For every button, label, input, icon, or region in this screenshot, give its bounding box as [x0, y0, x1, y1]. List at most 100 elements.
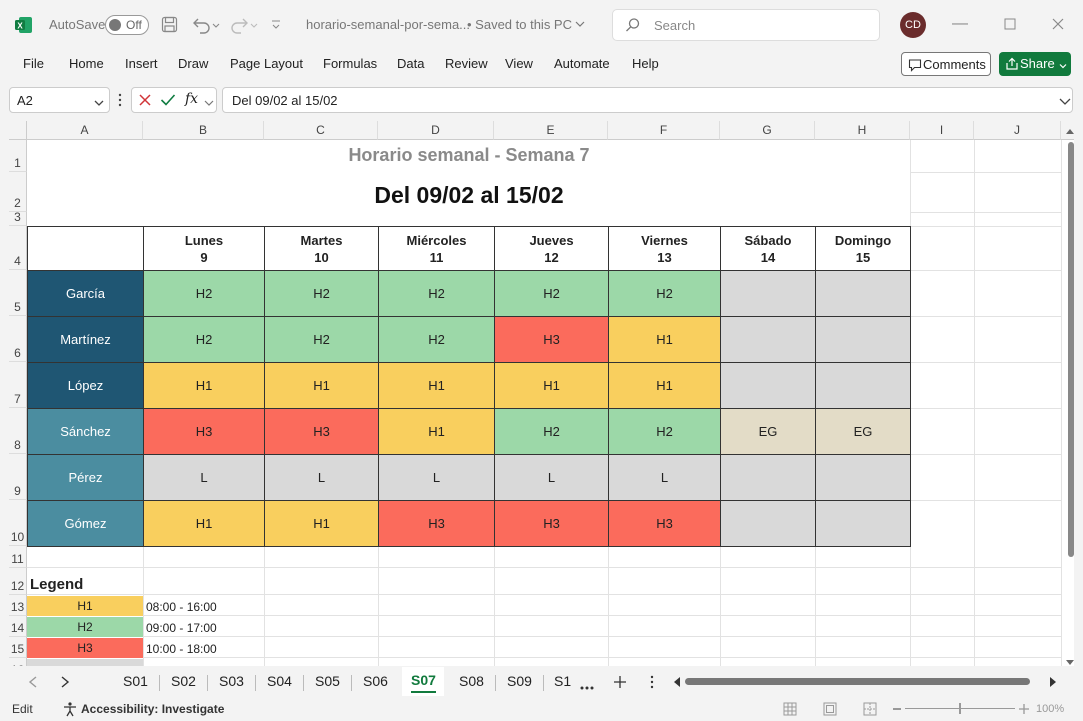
- column-header-d[interactable]: D: [378, 121, 494, 140]
- shift-cell[interactable]: H1: [378, 408, 495, 455]
- row-header-15[interactable]: 15: [9, 637, 27, 658]
- formula-input[interactable]: Del 09/02 al 15/02: [222, 87, 1073, 113]
- menu-formulas[interactable]: Formulas: [323, 56, 377, 71]
- row-header-1[interactable]: 1: [9, 140, 27, 172]
- legend-h2-swatch[interactable]: H2: [27, 617, 143, 637]
- shift-cell[interactable]: L: [608, 454, 721, 501]
- row-header-12[interactable]: 12: [9, 568, 27, 595]
- shift-cell[interactable]: H2: [378, 316, 495, 363]
- expand-formula-icon[interactable]: [1059, 95, 1071, 105]
- scroll-down-icon[interactable]: [1065, 655, 1075, 665]
- shift-cell[interactable]: H1: [608, 316, 721, 363]
- customize-toolbar-icon[interactable]: [270, 17, 282, 33]
- accessibility-icon[interactable]: [62, 701, 78, 717]
- vertical-scrollbar-thumb[interactable]: [1068, 142, 1074, 557]
- zoom-in-icon[interactable]: [1019, 703, 1029, 714]
- file-name[interactable]: horario-semanal-por-sema...: [306, 17, 470, 32]
- more-options-icon[interactable]: [117, 93, 123, 107]
- shift-cell[interactable]: [720, 454, 816, 501]
- zoom-out-icon[interactable]: [893, 708, 901, 710]
- legend-h1-hours[interactable]: 08:00 - 16:00: [146, 600, 217, 614]
- menu-help[interactable]: Help: [632, 56, 659, 71]
- next-sheet-icon[interactable]: [59, 675, 71, 689]
- day-header-jueves[interactable]: Jueves 12: [494, 226, 609, 271]
- prev-sheet-icon[interactable]: [27, 675, 39, 689]
- shift-cell[interactable]: H2: [608, 270, 721, 317]
- shift-cell[interactable]: [720, 500, 816, 547]
- sheet-tab-s05[interactable]: S05: [315, 673, 340, 689]
- menu-home[interactable]: Home: [69, 56, 104, 71]
- shift-cell[interactable]: EG: [815, 408, 911, 455]
- day-header-domingo[interactable]: Domingo 15: [815, 226, 911, 271]
- row-header-4[interactable]: 4: [9, 226, 27, 270]
- header-blank-cell[interactable]: [27, 226, 144, 271]
- sheet-tab-s03[interactable]: S03: [219, 673, 244, 689]
- menu-review[interactable]: Review: [445, 56, 488, 71]
- menu-view[interactable]: View: [505, 56, 533, 71]
- sheet-tab-s08[interactable]: S08: [459, 673, 484, 689]
- shift-cell[interactable]: L: [494, 454, 609, 501]
- chevron-down-icon[interactable]: [1058, 59, 1068, 69]
- row-header-7[interactable]: 7: [9, 362, 27, 408]
- minimize-icon[interactable]: —: [948, 12, 972, 36]
- undo-icon[interactable]: [190, 15, 220, 35]
- sheet-subtitle[interactable]: Del 09/02 al 15/02: [27, 182, 911, 209]
- employee-name-cell[interactable]: Pérez: [27, 454, 144, 501]
- shift-cell[interactable]: H2: [494, 270, 609, 317]
- zoom-level[interactable]: 100%: [1036, 703, 1064, 715]
- shift-cell[interactable]: H2: [143, 316, 265, 363]
- chevron-down-icon[interactable]: [574, 18, 586, 30]
- row-header-3[interactable]: 3: [9, 210, 27, 226]
- accessibility-status[interactable]: Accessibility: Investigate: [81, 702, 224, 716]
- column-header-j[interactable]: J: [974, 121, 1061, 140]
- shift-cell[interactable]: [815, 454, 911, 501]
- row-header-16[interactable]: 16: [9, 658, 27, 666]
- menu-automate[interactable]: Automate: [554, 56, 610, 71]
- spreadsheet-grid[interactable]: A B C D E F G H I J 1 2 3 4 5 6 7 8 9 10…: [9, 121, 1074, 666]
- employee-name-cell[interactable]: López: [27, 362, 144, 409]
- share-button[interactable]: Share: [999, 52, 1071, 76]
- legend-partial-swatch[interactable]: [27, 659, 143, 666]
- row-header-2[interactable]: 2: [9, 172, 27, 212]
- column-header-h[interactable]: H: [815, 121, 910, 140]
- zoom-slider-thumb[interactable]: [959, 703, 961, 714]
- save-icon[interactable]: [161, 16, 178, 33]
- row-header-13[interactable]: 13: [9, 595, 27, 616]
- row-header-9[interactable]: 9: [9, 454, 27, 500]
- legend-title[interactable]: Legend: [30, 576, 83, 593]
- autosave-toggle[interactable]: Off: [105, 15, 149, 35]
- legend-h2-hours[interactable]: 09:00 - 17:00: [146, 621, 217, 635]
- shift-cell[interactable]: H3: [494, 316, 609, 363]
- legend-h1-swatch[interactable]: H1: [27, 596, 143, 616]
- row-header-5[interactable]: 5: [9, 270, 27, 316]
- chevron-down-icon[interactable]: [204, 96, 214, 106]
- select-all-corner[interactable]: [9, 121, 27, 140]
- shift-cell[interactable]: H2: [608, 408, 721, 455]
- avatar[interactable]: CD: [900, 12, 926, 38]
- shift-cell[interactable]: H1: [143, 500, 265, 547]
- sheet-tab-s04[interactable]: S04: [267, 673, 292, 689]
- shift-cell[interactable]: [720, 362, 816, 409]
- sheet-tab-s01[interactable]: S01: [123, 673, 148, 689]
- employee-name-cell[interactable]: Sánchez: [27, 408, 144, 455]
- shift-cell[interactable]: H1: [264, 362, 379, 409]
- shift-cell[interactable]: [815, 270, 911, 317]
- horizontal-scrollbar-thumb[interactable]: [685, 678, 1030, 685]
- more-sheets-icon[interactable]: [580, 679, 594, 690]
- column-header-f[interactable]: F: [608, 121, 720, 140]
- shift-cell[interactable]: H2: [143, 270, 265, 317]
- shift-cell[interactable]: EG: [720, 408, 816, 455]
- shift-cell[interactable]: H2: [264, 316, 379, 363]
- shift-cell[interactable]: [720, 270, 816, 317]
- column-header-i[interactable]: I: [910, 121, 974, 140]
- menu-data[interactable]: Data: [397, 56, 424, 71]
- shift-cell[interactable]: H3: [143, 408, 265, 455]
- shift-cell[interactable]: H2: [264, 270, 379, 317]
- row-header-10[interactable]: 10: [9, 500, 27, 546]
- menu-page-layout[interactable]: Page Layout: [230, 56, 303, 71]
- enter-check-icon[interactable]: [160, 93, 176, 107]
- sheet-tab-s10[interactable]: S1(: [554, 673, 572, 689]
- employee-name-cell[interactable]: Martínez: [27, 316, 144, 363]
- column-header-a[interactable]: A: [27, 121, 143, 140]
- row-header-6[interactable]: 6: [9, 316, 27, 362]
